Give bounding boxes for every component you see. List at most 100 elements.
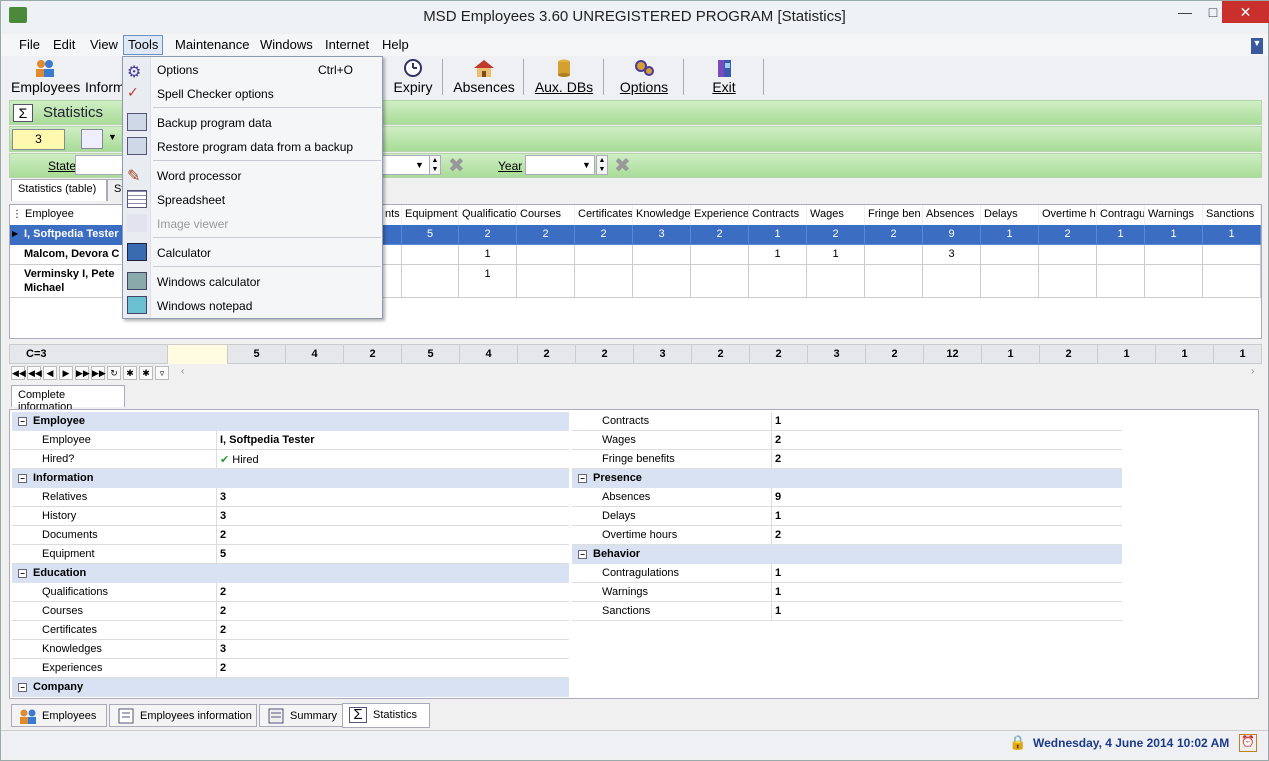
last-record-icon[interactable]: ▶▶ — [91, 366, 106, 380]
table-cell[interactable] — [1203, 265, 1261, 298]
menu-view[interactable]: View — [90, 37, 118, 52]
table-cell[interactable] — [517, 245, 575, 265]
table-cell[interactable] — [633, 245, 691, 265]
property-value[interactable]: 5 — [217, 545, 569, 564]
information-button[interactable]: Informa — [85, 59, 132, 95]
section-header[interactable]: − Employee — [12, 412, 569, 431]
table-cell[interactable] — [807, 265, 865, 298]
bookmark-icon[interactable]: ✱ — [123, 366, 137, 380]
table-cell[interactable]: 3 — [633, 225, 691, 245]
table-cell[interactable] — [691, 245, 749, 265]
tab-statistics-table[interactable]: Statistics (table) — [11, 179, 107, 201]
menu-scroll-icon[interactable]: ▼ — [1251, 38, 1263, 54]
property-value[interactable]: 1 — [772, 583, 1122, 602]
column-header[interactable]: Courses — [517, 205, 575, 225]
table-cell[interactable]: 2 — [517, 225, 575, 245]
menu-item-spell-checker[interactable]: Spell Checker options — [157, 87, 274, 107]
exit-button[interactable]: Exit — [689, 59, 759, 95]
collapse-icon[interactable]: − — [578, 550, 587, 559]
property-value[interactable]: ✔ Hired — [217, 450, 569, 469]
property-value[interactable]: 2 — [217, 621, 569, 640]
table-cell[interactable]: 3 — [923, 245, 981, 265]
table-cell[interactable] — [865, 265, 923, 298]
record-count[interactable]: 3 — [12, 129, 65, 150]
clear-year-icon[interactable]: ✖ — [614, 153, 631, 178]
table-cell[interactable]: 2 — [459, 225, 517, 245]
column-header[interactable]: Qualificatio — [459, 205, 517, 225]
chevron-down-icon[interactable]: ▼ — [582, 160, 591, 170]
table-cell[interactable]: 2 — [807, 225, 865, 245]
menu-item-calculator[interactable]: Calculator — [157, 246, 211, 266]
property-value[interactable]: I, Softpedia Tester — [217, 431, 569, 450]
menu-item-windows-calculator[interactable]: Windows calculator — [157, 275, 260, 295]
prior-page-icon[interactable]: ◀◀ — [27, 366, 42, 380]
property-value[interactable]: 3 — [217, 488, 569, 507]
property-value[interactable]: 9 — [772, 488, 1122, 507]
table-cell[interactable] — [1097, 245, 1145, 265]
scroll-left-icon[interactable]: ‹ — [181, 366, 184, 377]
column-header[interactable]: Overtime h — [1039, 205, 1097, 225]
table-cell[interactable] — [1145, 245, 1203, 265]
table-cell[interactable] — [1145, 265, 1203, 298]
table-cell[interactable]: 1 — [459, 245, 517, 265]
property-value[interactable]: 2 — [772, 526, 1122, 545]
menu-item-backup[interactable]: Backup program data — [157, 116, 272, 136]
table-cell[interactable]: 2 — [575, 225, 633, 245]
menu-item-windows-notepad[interactable]: Windows notepad — [157, 299, 252, 319]
prior-record-icon[interactable]: ◀ — [43, 366, 57, 380]
property-value[interactable]: 2 — [772, 450, 1122, 469]
table-cell[interactable] — [633, 265, 691, 298]
table-cell[interactable] — [981, 245, 1039, 265]
collapse-icon[interactable]: − — [578, 474, 587, 483]
property-value[interactable]: 1 — [772, 602, 1122, 621]
year-spinner[interactable]: ▲ ▼ — [596, 155, 608, 175]
first-record-icon[interactable]: ◀◀ — [11, 366, 26, 380]
table-cell[interactable]: 1 — [459, 265, 517, 298]
state-spinner[interactable]: ▲ ▼ — [429, 155, 441, 175]
table-cell[interactable] — [1039, 245, 1097, 265]
column-header[interactable]: Fringe ben — [865, 205, 923, 225]
property-value[interactable]: 3 — [217, 640, 569, 659]
aux-dbs-button[interactable]: Aux. DBs — [529, 59, 599, 95]
minimize-button[interactable]: — — [1171, 1, 1199, 23]
table-cell[interactable] — [749, 265, 807, 298]
table-cell[interactable] — [865, 245, 923, 265]
scroll-right-icon[interactable]: › — [1251, 366, 1254, 377]
column-header[interactable]: Certificates — [575, 205, 633, 225]
tab-statistics[interactable]: Σ Statistics — [342, 703, 430, 728]
table-cell[interactable] — [517, 265, 575, 298]
property-value[interactable]: 2 — [217, 659, 569, 678]
table-cell[interactable] — [402, 265, 459, 298]
table-cell[interactable] — [1203, 245, 1261, 265]
employees-button[interactable]: Employees — [11, 59, 80, 95]
table-cell[interactable] — [382, 225, 402, 245]
expiry-button[interactable]: Expiry — [389, 59, 437, 95]
menu-file[interactable]: File — [19, 37, 40, 52]
refresh-icon[interactable]: ↻ — [107, 366, 121, 380]
property-value[interactable]: 2 — [217, 602, 569, 621]
next-record-icon[interactable]: ▶ — [59, 366, 73, 380]
menu-maintenance[interactable]: Maintenance — [175, 37, 249, 52]
property-value[interactable]: 1 — [772, 507, 1122, 526]
filter-icon[interactable]: ▿ — [155, 366, 169, 380]
tab-employees[interactable]: Employees — [11, 704, 107, 727]
menu-item-word-processor[interactable]: Word processor — [157, 169, 241, 189]
column-header[interactable]: Delays — [981, 205, 1039, 225]
table-cell[interactable]: 1 — [1097, 225, 1145, 245]
column-header[interactable]: Contragu — [1097, 205, 1145, 225]
table-cell[interactable]: 1 — [749, 245, 807, 265]
collapse-icon[interactable]: − — [18, 569, 27, 578]
column-header[interactable]: nts — [382, 205, 402, 225]
menu-help[interactable]: Help — [382, 37, 409, 52]
collapse-icon[interactable]: − — [18, 474, 27, 483]
table-cell[interactable] — [575, 245, 633, 265]
grid-menu-icon[interactable]: ⋮ — [12, 209, 22, 220]
column-header[interactable]: Warnings — [1145, 205, 1203, 225]
lock-icon[interactable]: 🔒 — [1009, 734, 1026, 752]
section-header[interactable]: − Presence — [572, 469, 1122, 488]
table-cell[interactable] — [1097, 265, 1145, 298]
tab-employees-information[interactable]: Employees information — [109, 704, 257, 727]
clear-state-icon[interactable]: ✖ — [448, 153, 465, 178]
absences-button[interactable]: Absences — [449, 59, 519, 95]
menu-item-options[interactable]: Options — [157, 63, 198, 83]
